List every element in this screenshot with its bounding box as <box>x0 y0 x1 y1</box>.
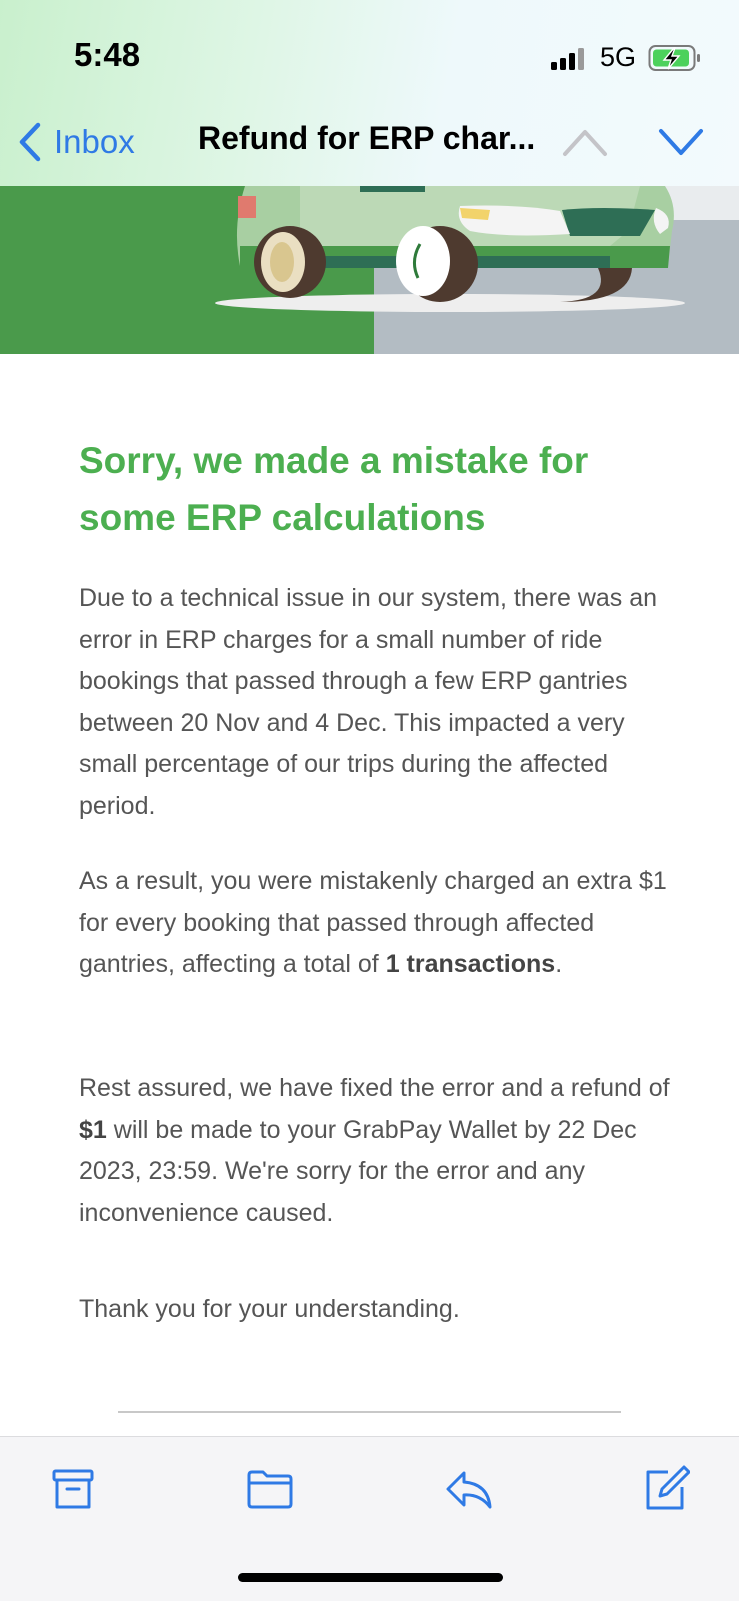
previous-message-button[interactable] <box>562 127 608 157</box>
content-divider <box>118 1411 621 1413</box>
folder-icon[interactable] <box>246 1465 294 1513</box>
paragraph-refund-text: Rest assured, we have fixed the error an… <box>79 1074 670 1102</box>
compose-icon[interactable] <box>642 1465 690 1513</box>
cellular-signal-icon <box>551 48 587 70</box>
network-type: 5G <box>600 42 637 72</box>
paragraph-result: As a result, you were mistakenly charged… <box>79 861 679 986</box>
paragraph-result-end: . <box>555 950 563 978</box>
next-message-button[interactable] <box>658 127 704 157</box>
refund-amount: $1 <box>79 1115 107 1144</box>
battery-charging-icon <box>648 45 700 71</box>
back-to-inbox-button[interactable]: Inbox <box>16 120 135 164</box>
paragraph-refund: Rest assured, we have fixed the error an… <box>79 1068 679 1234</box>
email-subject: Refund for ERP char... <box>198 120 536 156</box>
top-bar: 5:48 5G Inbox Refund for ERP char... <box>0 0 739 186</box>
car-illustration-banner <box>0 186 739 354</box>
paragraph-result-text: As a result, you were mistakenly charged… <box>79 867 667 978</box>
paragraph-thanks: Thank you for your understanding. <box>79 1295 460 1323</box>
home-indicator <box>238 1573 503 1582</box>
paragraph-refund-end: will be made to your GrabPay Wallet by 2… <box>79 1115 637 1227</box>
back-label: Inbox <box>54 123 135 160</box>
archive-icon[interactable] <box>49 1465 97 1513</box>
reply-icon[interactable] <box>444 1465 492 1513</box>
transactions-count: 1 transactions <box>385 950 556 978</box>
email-headline: Sorry, we made a mistake for some ERP ca… <box>79 440 589 538</box>
paragraph-issue: Due to a technical issue in our system, … <box>79 584 658 820</box>
status-time: 5:48 <box>74 36 141 73</box>
chevron-left-icon <box>19 122 41 162</box>
